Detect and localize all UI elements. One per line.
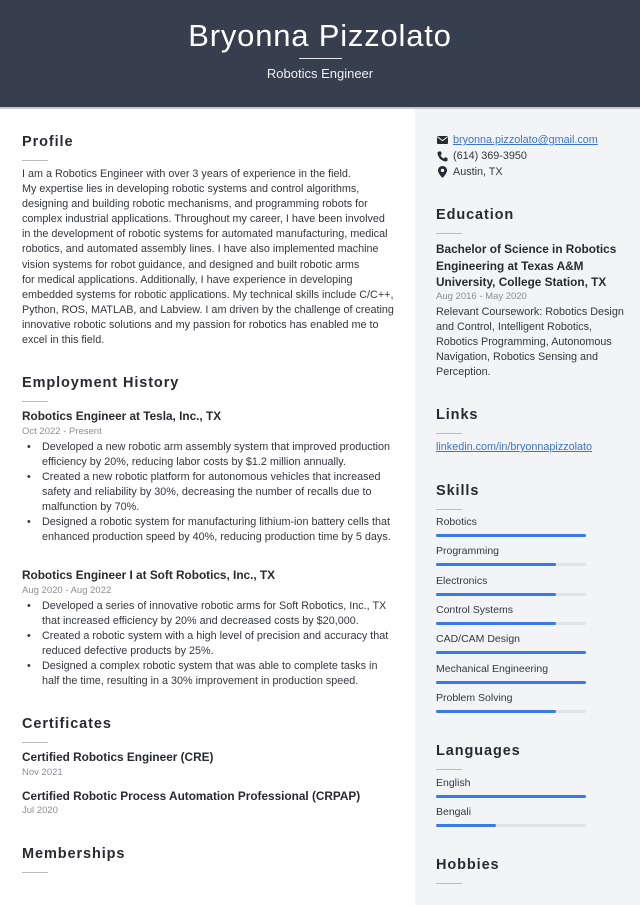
job-entry-dates: Aug 2020 - Aug 2022 [22, 585, 112, 596]
coursework-line: Robotics Programming, Autonomous [436, 336, 612, 349]
phone-number: (614) 369-3950 [453, 150, 527, 162]
education-dates: Aug 2016 - May 2020 [436, 291, 527, 302]
skill-level-bar [436, 680, 586, 684]
skill-level-bar [436, 563, 586, 567]
skill-level-bar [436, 592, 586, 596]
skill-level-bar [436, 621, 586, 625]
phone-icon [436, 150, 448, 162]
job-bullet: Designed a complex robotic system that w… [22, 659, 397, 689]
candidate-name: Bryonna Pizzolato [188, 18, 452, 53]
skill-label: Control Systems [436, 603, 514, 616]
skill-level-fill [436, 680, 586, 684]
job-bullets: Developed a new robotic arm assembly sys… [22, 440, 397, 545]
profile-line: innovative robotic solutions and my pass… [22, 318, 379, 331]
job-bullet: Developed a new robotic arm assembly sys… [22, 440, 397, 470]
certificate-date: Jul 2020 [22, 805, 58, 816]
education-degree: Bachelor of Science in Robotics Engineer… [436, 241, 631, 291]
section-title-education: Education [436, 207, 515, 223]
certificate-date: Nov 2021 [22, 767, 63, 778]
coursework-line: and Control, Intelligent Robotics, [436, 321, 593, 334]
section-title-memberships: Memberships [22, 846, 126, 862]
skill-level-fill [436, 709, 556, 713]
job-bullet: Created a robotic system with a high lev… [22, 629, 397, 659]
profile-line: Python, ROS, MATLAB, and Labview. I am d… [22, 303, 394, 316]
skill-label: Problem Solving [436, 691, 513, 704]
skill-level-fill [436, 592, 556, 596]
skill-level-fill [436, 534, 586, 537]
section-divider [22, 401, 48, 402]
profile-line: in the development of robotic systems fo… [22, 228, 388, 241]
coursework-line: Relevant Coursework: Robotics Design [436, 306, 624, 318]
job-entry-title: Robotics Engineer I at Soft Robotics, In… [22, 568, 275, 582]
education-coursework: Relevant Coursework: Robotics Design and… [436, 305, 636, 380]
skill-level-fill [436, 621, 556, 625]
language-level-fill [436, 824, 496, 827]
coursework-line: Perception. [436, 366, 491, 379]
job-bullets: Developed a series of innovative robotic… [22, 599, 397, 689]
language-label: English [436, 777, 471, 789]
degree-line: Bachelor of Science in Robotics [436, 242, 617, 256]
language-level-fill [436, 795, 586, 798]
section-divider [436, 769, 462, 770]
section-title-skills: Skills [436, 483, 480, 499]
section-divider [22, 742, 48, 743]
location-text: Austin, TX [453, 166, 503, 178]
section-title-links: Links [436, 407, 479, 423]
profile-line: for medical applications. Additionally, … [22, 273, 353, 286]
contact-email[interactable]: bryonna.pizzolato@gmail.com [436, 134, 598, 146]
skill-level-bar [436, 709, 586, 713]
envelope-icon [436, 134, 448, 146]
profile-line: My expertise lies in developing robotic … [22, 183, 360, 196]
language-level-bar [436, 795, 586, 798]
contact-location: Austin, TX [436, 166, 503, 178]
job-entry-dates: Oct 2022 - Present [22, 426, 102, 437]
skill-level-fill [436, 563, 556, 567]
profile-line: embedded systems for robotic application… [22, 288, 394, 301]
profile-line: robotics, and automated assembly lines. … [22, 243, 379, 256]
profile-summary: I am a Robotics Engineer with over 3 yea… [22, 167, 402, 348]
language-label: Bengali [436, 806, 472, 818]
job-title: Robotics Engineer [266, 66, 374, 81]
section-title-employment: Employment History [22, 375, 180, 391]
job-bullet: Designed a robotic system for manufactur… [22, 515, 397, 545]
degree-line: Engineering at Texas A&M [436, 258, 584, 273]
skill-label: Robotics [436, 516, 477, 528]
job-bullet: Developed a series of innovative robotic… [22, 599, 397, 629]
job-entry-title: Robotics Engineer at Tesla, Inc., TX [22, 409, 222, 423]
profile-line: excel in this field. [22, 334, 105, 347]
section-divider [436, 433, 462, 434]
skill-label: CAD/CAM Design [436, 633, 521, 646]
section-title-hobbies: Hobbies [436, 857, 500, 873]
certificate-name: Certified Robotic Process Automation Pro… [22, 789, 361, 803]
profile-line: vision systems for robot guidance, and d… [22, 258, 360, 271]
profile-line: complex industrial applications. Through… [22, 213, 385, 226]
skill-label: Mechanical Engineering [436, 662, 549, 675]
resume-header: Bryonna Pizzolato Robotics Engineer [0, 0, 640, 107]
language-level-bar [436, 824, 586, 827]
job-bullet: Created a new robotic platform for auton… [22, 470, 397, 515]
skill-label: Programming [436, 545, 500, 558]
coursework-line: Navigation, Robotics Sensing and [436, 351, 599, 364]
header-divider [299, 58, 342, 59]
section-divider [436, 509, 462, 510]
skill-level-bar [436, 534, 586, 537]
skill-label: Electronics [436, 574, 488, 587]
section-divider [436, 233, 462, 234]
section-divider [22, 872, 48, 873]
email-link[interactable]: bryonna.pizzolato@gmail.com [453, 134, 598, 146]
section-title-profile: Profile [22, 134, 74, 150]
profile-line: designing and building robotic mechanism… [22, 198, 368, 211]
skill-level-fill [436, 651, 586, 655]
section-title-certificates: Certificates [22, 716, 112, 732]
section-divider [436, 883, 462, 884]
map-pin-icon [436, 166, 448, 178]
profile-line: I am a Robotics Engineer with over 3 yea… [22, 168, 351, 180]
certificate-name: Certified Robotics Engineer (CRE) [22, 750, 214, 764]
linkedin-link[interactable]: linkedin.com/in/bryonnapizzolato [436, 441, 592, 453]
degree-line: University, College Station, TX [436, 275, 607, 290]
section-divider [22, 160, 48, 161]
skill-level-bar [436, 651, 586, 655]
contact-phone: (614) 369-3950 [436, 150, 527, 162]
section-title-languages: Languages [436, 743, 521, 759]
